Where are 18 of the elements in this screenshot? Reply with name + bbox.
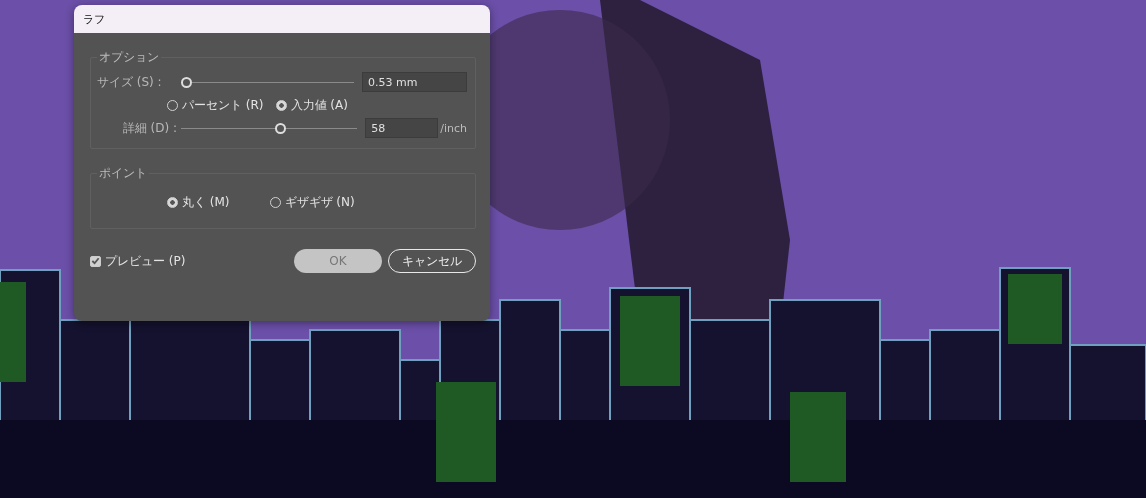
slider-thumb[interactable] [275,122,287,134]
unit-radio[interactable]: 入力値 (A) [275,96,348,114]
size-field[interactable]: 0.53 mm [362,72,467,92]
radio-icon[interactable] [275,99,287,111]
point-radio[interactable]: ギザギザ (N) [269,193,355,211]
preview-checkbox[interactable]: プレビュー (P) [90,252,186,270]
detail-field[interactable]: 58 [365,118,439,138]
radio-icon[interactable] [167,196,178,208]
group-heading: ポイント [98,165,148,182]
unit-radio[interactable]: パーセント (R) [167,96,264,114]
group-heading: オプション [98,49,160,66]
checkbox-icon[interactable] [90,255,101,267]
size-label: サイズ (S) : [97,73,163,91]
unit-label: /inch [440,121,467,135]
point-radio[interactable]: 丸く (M) [167,193,230,211]
slider-thumb[interactable] [181,76,192,88]
detail-label: 詳細 (D) : [121,119,178,137]
dialog-title: ラフ [83,11,105,27]
